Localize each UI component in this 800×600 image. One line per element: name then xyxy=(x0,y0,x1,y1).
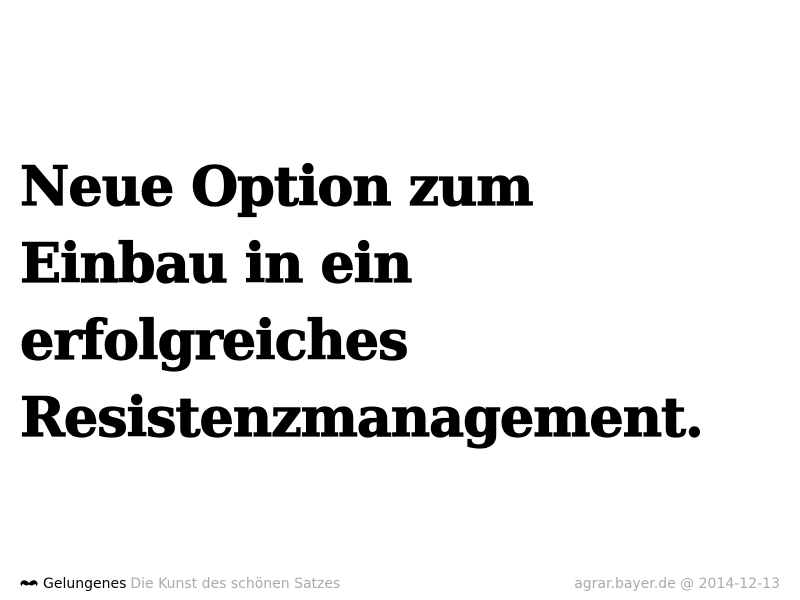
headline: Neue Option zum Einbau in ein erfolgreic… xyxy=(19,148,790,456)
headline-line-1: Neue Option zum xyxy=(19,153,534,218)
source-credit: agrar.bayer.de @ 2014-12-13 xyxy=(574,576,780,592)
mustache-icon xyxy=(20,580,38,586)
brand-name: Gelungenes xyxy=(43,576,127,592)
brand-tagline: Die Kunst des schönen Satzes xyxy=(130,576,341,592)
headline-line-4: Resistenzmanagement. xyxy=(19,384,704,449)
footer: Gelungenes Die Kunst des schönen Satzes … xyxy=(20,574,780,594)
headline-line-2: Einbau in ein xyxy=(19,230,413,295)
headline-line-3: erfolgreiches xyxy=(19,307,409,372)
slide: Neue Option zum Einbau in ein erfolgreic… xyxy=(0,0,800,600)
footer-branding: Gelungenes Die Kunst des schönen Satzes xyxy=(20,574,340,594)
